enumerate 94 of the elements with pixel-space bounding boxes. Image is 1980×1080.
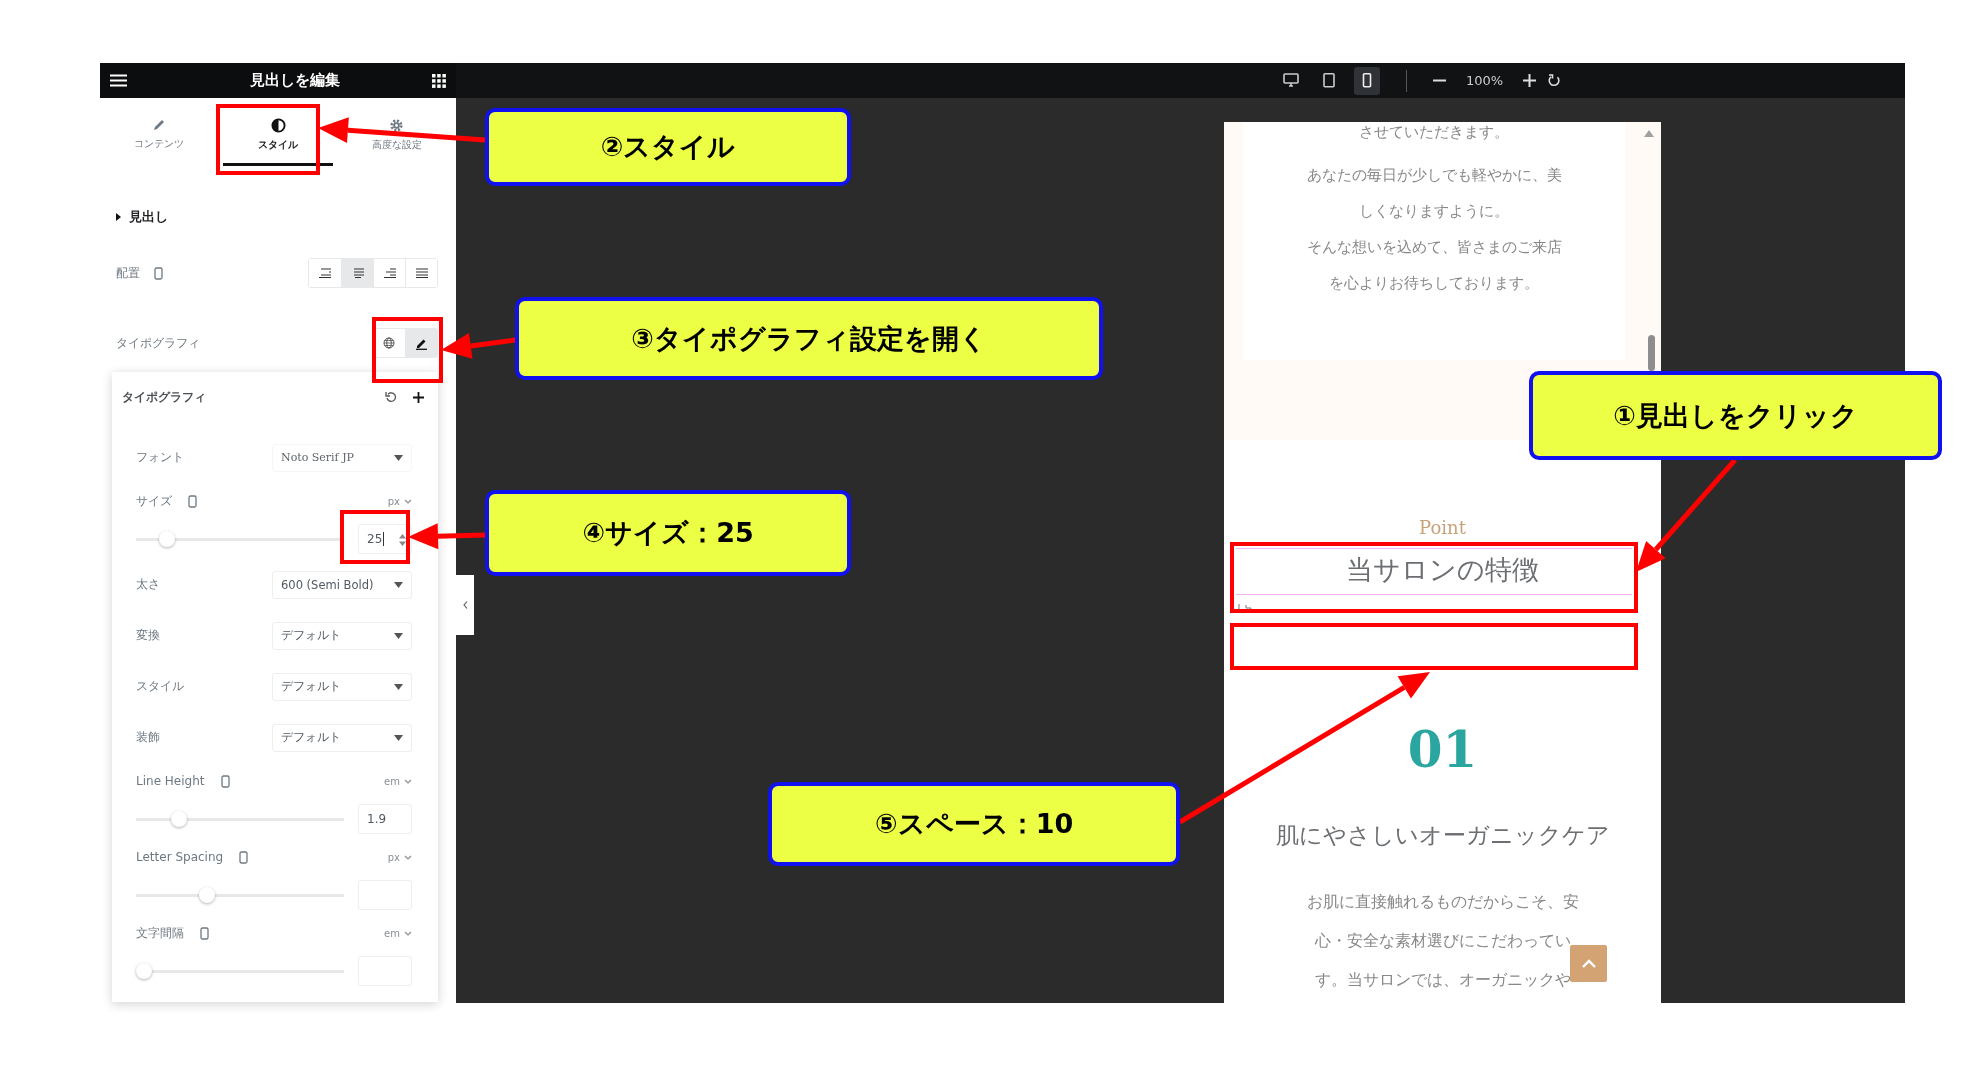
align-button[interactable]: [341, 259, 373, 287]
chevron-icon: [404, 778, 412, 784]
reset-icon[interactable]: [385, 391, 397, 403]
unit-select[interactable]: em: [384, 775, 412, 787]
align-icon: [415, 268, 428, 278]
half-circle-icon: [270, 117, 286, 133]
phone-icon[interactable]: [188, 494, 197, 508]
slider-thumb[interactable]: [170, 811, 187, 827]
callout: ①見出しをクリック: [1529, 371, 1942, 460]
paragraph-line: お肌に直接触れるものだからこそ、安: [1306, 892, 1579, 911]
desktop-icon: [1283, 73, 1299, 88]
callout: ④サイズ：25: [485, 490, 851, 576]
align-button[interactable]: [405, 259, 437, 287]
tablet-icon: [1321, 73, 1337, 88]
caret-icon: [394, 632, 403, 639]
caret-icon: [394, 581, 403, 588]
panel-title: 見出しを編集: [248, 71, 341, 90]
popover-title: タイポグラフィ: [122, 388, 206, 406]
scrollbar-thumb[interactable]: [1648, 335, 1655, 371]
plus-icon[interactable]: [413, 391, 424, 403]
field-label: 太さ: [136, 576, 160, 593]
caret-icon: [394, 734, 403, 741]
globe-icon: [383, 337, 395, 349]
number-input[interactable]: 25: [358, 524, 412, 554]
field-label: 装飾: [136, 729, 160, 746]
feature-title: 肌にやさしいオーガニックケア: [1275, 822, 1610, 848]
unit-select[interactable]: em: [384, 927, 412, 939]
pencil-icon: [152, 118, 167, 132]
field-label: 文字間隔: [136, 924, 184, 942]
callout: ③タイポグラフィ設定を開く: [515, 297, 1103, 380]
chevron-icon: [404, 498, 412, 504]
tab[interactable]: コンテンツ: [104, 98, 215, 166]
back-to-top-button[interactable]: [1570, 945, 1607, 982]
collapse-handle[interactable]: [456, 575, 474, 635]
menu-icon[interactable]: [110, 74, 127, 87]
unit-select[interactable]: px: [387, 851, 412, 863]
field-label: サイズ: [136, 492, 172, 510]
dropdown[interactable]: デフォルト: [272, 621, 412, 650]
font-select[interactable]: Noto Serif JP: [272, 443, 412, 472]
section-title[interactable]: 見出し: [129, 208, 168, 226]
edit-button[interactable]: [405, 329, 437, 357]
paragraph-line: しくなりますように。: [1359, 202, 1509, 220]
field-label: フォント: [136, 449, 184, 466]
settings-icon: [389, 117, 405, 133]
field-label: Letter Spacing: [136, 850, 224, 864]
slider-thumb[interactable]: [199, 887, 216, 903]
paragraph-line: 心・安全な素材選びにこだわってい: [1314, 931, 1571, 950]
paragraph-line: を心よりお待ちしております。: [1329, 274, 1539, 292]
dropdown[interactable]: デフォルト: [272, 672, 412, 701]
paragraph-line: す。当サロンでは、オーガニックや: [1314, 970, 1571, 989]
control-label: 配置: [116, 264, 140, 282]
control-label: タイポグラフィ: [116, 334, 200, 352]
field-label: スタイル: [136, 678, 184, 695]
scroll-up-icon[interactable]: [1644, 130, 1654, 137]
chevron-icon: [404, 854, 412, 860]
zoom-level: 100%: [1466, 73, 1504, 88]
eyebrow-text: Point: [1419, 517, 1466, 538]
unit-select[interactable]: px: [387, 495, 412, 507]
highlight-frame: [372, 317, 443, 383]
align-icon: [319, 268, 331, 278]
dropdown[interactable]: 600 (Semi Bold): [272, 570, 412, 599]
caret-icon: [394, 454, 403, 461]
slider-thumb[interactable]: [159, 531, 176, 547]
paragraph-line: そんな想いを込めて、皆さまのご来店: [1306, 238, 1562, 256]
field-label: 変換: [136, 627, 160, 644]
caret-icon: [394, 683, 403, 690]
align-icon: [351, 268, 364, 278]
reset-icon[interactable]: [1548, 74, 1562, 87]
section-heading[interactable]: 当サロンの特徴: [1346, 554, 1539, 585]
minus-icon[interactable]: [1433, 79, 1446, 82]
phone-view-button[interactable]: [1354, 66, 1380, 95]
field-label: Line Height: [136, 774, 205, 788]
paragraph-line: あなたの毎日が少しでも軽やかに、美: [1306, 166, 1562, 184]
chevron-up-icon: [1580, 958, 1597, 969]
hand-cursor-icon: [1238, 603, 1252, 612]
slider-thumb[interactable]: [136, 963, 152, 979]
callout: ⑤スペース：10: [768, 782, 1180, 866]
paragraph-line: させていただきます。: [1359, 123, 1509, 141]
number-input[interactable]: 1.9: [358, 804, 412, 834]
callout: ②スタイル: [485, 108, 851, 186]
feature-number: 01: [1407, 720, 1478, 779]
grid-icon[interactable]: [432, 73, 446, 88]
dropdown[interactable]: デフォルト: [272, 723, 412, 752]
align-icon: [383, 268, 396, 278]
expand-arrow-icon[interactable]: [116, 213, 121, 221]
tab[interactable]: 高度な設定: [341, 98, 452, 166]
phone-icon[interactable]: [220, 774, 230, 788]
chevron-icon: [404, 930, 412, 936]
phone-icon[interactable]: [239, 850, 249, 864]
spinner-arrows-icon[interactable]: [398, 533, 407, 547]
phone-icon[interactable]: [154, 266, 163, 280]
highlight-frame: [340, 510, 410, 564]
chevron-left-icon: [462, 601, 468, 609]
phone-icon[interactable]: [200, 926, 209, 940]
